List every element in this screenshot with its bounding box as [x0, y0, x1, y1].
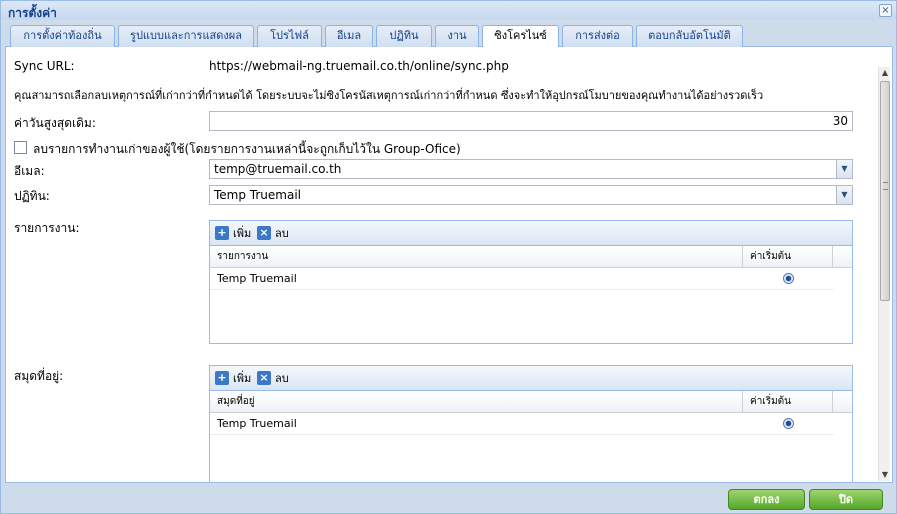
- tab-synchronize[interactable]: ซิงโครไนซ์: [482, 25, 559, 48]
- email-account-label: อีเมล:: [14, 164, 45, 178]
- email-account-value: temp@truemail.co.th: [214, 162, 342, 176]
- tasklists-header: รายการงาน ค่าเริ่มต้น: [210, 246, 852, 268]
- default-radio[interactable]: [783, 418, 794, 429]
- tasklists-label: รายการงาน:: [14, 221, 80, 235]
- sync-url-value: https://webmail-ng.truemail.co.th/online…: [209, 59, 509, 73]
- ok-button[interactable]: ตกลง: [728, 489, 805, 510]
- delete-icon: ×: [257, 226, 271, 240]
- settings-window: การตั้งค่า × การตั้งค่าท้องถิ่น รูปแบบแล…: [0, 0, 897, 514]
- close-button[interactable]: ปิด: [809, 489, 883, 510]
- tasklists-toolbar: + เพิ่ม × ลบ: [210, 221, 852, 246]
- tab-regional-settings[interactable]: การตั้งค่าท้องถิ่น: [10, 25, 115, 47]
- add-icon: +: [215, 226, 229, 240]
- default-radio[interactable]: [783, 273, 794, 284]
- delete-old-tasks-checkbox[interactable]: [14, 141, 27, 154]
- tasklists-delete-button[interactable]: × ลบ: [257, 225, 289, 242]
- scroll-up-arrow-icon[interactable]: ▲: [879, 67, 891, 79]
- max-days-label: ค่าวันสูงสุดเดิม:: [14, 116, 96, 130]
- addressbooks-header: สมุดที่อยู่ ค่าเริ่มต้น: [210, 391, 852, 413]
- table-row[interactable]: Temp Truemail: [210, 413, 834, 435]
- addressbooks-delete-button[interactable]: × ลบ: [257, 370, 289, 387]
- tasklist-name-cell: Temp Truemail: [217, 272, 297, 285]
- scroll-thumb[interactable]: [880, 81, 890, 301]
- addressbooks-toolbar: + เพิ่ม × ลบ: [210, 366, 852, 391]
- addressbooks-delete-label: ลบ: [275, 372, 289, 385]
- tab-email[interactable]: อีเมล: [325, 25, 373, 47]
- chevron-down-icon[interactable]: ▼: [836, 186, 852, 204]
- addressbooks-grid: + เพิ่ม × ลบ สมุดที่อยู่ ค่าเริ่มต้น Temp …: [209, 365, 853, 482]
- add-icon: +: [215, 371, 229, 385]
- sync-panel: ▲ ▼ Sync URL: https://webmail-ng.truemai…: [5, 47, 893, 483]
- tab-forwarding[interactable]: การส่งต่อ: [562, 25, 633, 47]
- tasklists-add-label: เพิ่ม: [233, 227, 252, 240]
- scroll-down-arrow-icon[interactable]: ▼: [879, 469, 891, 481]
- addressbooks-add-button[interactable]: + เพิ่ม: [215, 370, 251, 387]
- table-row[interactable]: Temp Truemail: [210, 268, 834, 290]
- tab-profile[interactable]: โปรไฟล์: [257, 25, 322, 47]
- addressbooks-label: สมุดที่อยู่:: [14, 369, 64, 383]
- close-icon[interactable]: ×: [879, 4, 892, 17]
- addressbooks-col-name[interactable]: สมุดที่อยู่: [210, 391, 743, 413]
- sync-description: คุณสามารถเลือกลบเหตุการณ์ที่เก่ากว่าที่ก…: [14, 89, 764, 102]
- tasklists-col-default[interactable]: ค่าเริ่มต้น: [743, 246, 833, 268]
- settings-tabs: การตั้งค่าท้องถิ่น รูปแบบและการแสดงผล โป…: [5, 25, 892, 48]
- addressbooks-col-default[interactable]: ค่าเริ่มต้น: [743, 391, 833, 413]
- calendar-value: Temp Truemail: [214, 188, 301, 202]
- tasklists-grid: + เพิ่ม × ลบ รายการงาน ค่าเริ่มต้น Temp Tr…: [209, 220, 853, 344]
- tab-calendar[interactable]: ปฏิทิน: [376, 25, 432, 47]
- max-days-input[interactable]: [209, 111, 853, 131]
- tasklists-col-name[interactable]: รายการงาน: [210, 246, 743, 268]
- tasklists-add-button[interactable]: + เพิ่ม: [215, 225, 251, 242]
- delete-icon: ×: [257, 371, 271, 385]
- window-title: การตั้งค่า: [8, 6, 57, 20]
- delete-old-tasks-label: ลบรายการทำงานเก่าของผู้ใช้(โดยรายการงานเ…: [33, 142, 461, 156]
- calendar-select[interactable]: Temp Truemail ▼: [209, 185, 853, 205]
- tab-auto-reply[interactable]: ตอบกลับอัตโนมัติ: [636, 25, 743, 47]
- addressbook-name-cell: Temp Truemail: [217, 417, 297, 430]
- tasklists-delete-label: ลบ: [275, 227, 289, 240]
- calendar-label: ปฏิทิน:: [14, 189, 50, 203]
- window-titlebar[interactable]: การตั้งค่า ×: [1, 1, 896, 20]
- vertical-scrollbar[interactable]: ▲ ▼: [878, 67, 890, 481]
- email-account-select[interactable]: temp@truemail.co.th ▼: [209, 159, 853, 179]
- addressbooks-add-label: เพิ่ม: [233, 372, 252, 385]
- chevron-down-icon[interactable]: ▼: [836, 160, 852, 178]
- sync-url-label: Sync URL:: [14, 59, 75, 73]
- grip-icon: [883, 182, 888, 190]
- tab-tasks[interactable]: งาน: [435, 25, 479, 47]
- tab-look-and-feel[interactable]: รูปแบบและการแสดงผล: [118, 25, 254, 47]
